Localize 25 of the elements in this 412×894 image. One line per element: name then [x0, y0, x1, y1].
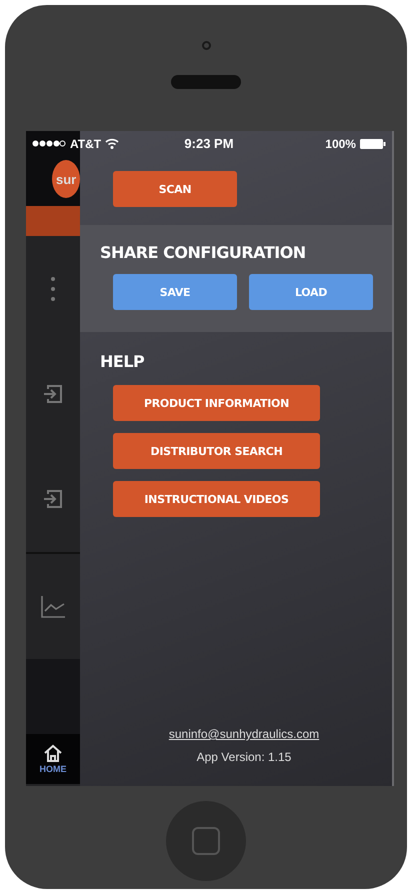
enter-icon[interactable]: [42, 382, 64, 404]
save-button[interactable]: SAVE: [113, 274, 237, 310]
battery-percent: 100%: [325, 136, 356, 150]
home-tab[interactable]: HOME: [26, 734, 80, 784]
active-bar: [26, 206, 80, 236]
scan-button[interactable]: SCAN: [113, 171, 237, 207]
app-version: App Version: 1.15: [196, 750, 292, 764]
logo: sur: [52, 160, 80, 198]
help-button[interactable]: INSTRUCTIONAL VIDEOS: [113, 481, 320, 517]
chart-icon[interactable]: [40, 594, 66, 618]
email-link[interactable]: suninfo@sunhydraulics.com: [168, 727, 320, 741]
carrier-name: AT&T: [70, 136, 102, 150]
help-button[interactable]: DISTRIBUTOR SEARCH: [113, 433, 320, 469]
more-icon[interactable]: [50, 276, 56, 302]
speaker-slot: [171, 75, 241, 89]
help-button[interactable]: PRODUCT INFORMATION: [113, 385, 320, 421]
enter-icon[interactable]: [42, 488, 64, 510]
section-title: HELP: [99, 352, 146, 371]
load-button[interactable]: LOAD: [249, 274, 373, 310]
home-icon: [43, 744, 63, 762]
status-time: 9:23 PM: [184, 136, 234, 151]
wifi-icon: [105, 138, 120, 149]
section-title: SHARE CONFIGURATION: [99, 243, 307, 262]
signal-icon: [32, 140, 66, 147]
camera-dot: [202, 41, 210, 50]
